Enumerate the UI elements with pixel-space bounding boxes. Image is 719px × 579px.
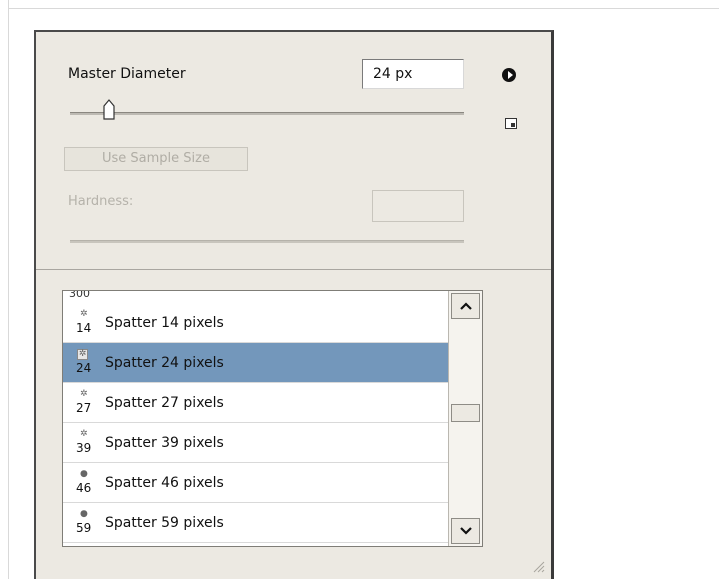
chevron-up-icon [459,302,472,310]
brush-tip-icon: ● [80,468,88,479]
scrollbar-thumb[interactable] [451,404,480,422]
diameter-input[interactable]: 24 px [362,59,464,89]
frame-border-top [8,8,719,9]
brush-size: 39 [76,440,92,455]
brush-name: Spatter 27 pixels [105,394,224,411]
list-item[interactable]: ✲ 27 Spatter 27 pixels [63,383,448,423]
resize-grip-icon[interactable] [531,559,545,573]
brush-tip-icon: ● [80,508,88,519]
brush-size: 59 [76,520,92,535]
diameter-slider-track[interactable] [70,112,464,115]
hardness-label: Hardness: [68,194,134,209]
brush-thumbnail: ✲ 27 [63,383,105,423]
brush-thumbnail: ✲ 24 [63,343,105,383]
hardness-slider-track[interactable] [70,240,464,243]
panel-menu-arrow-icon[interactable] [502,68,516,82]
brush-name: Spatter 46 pixels [105,474,224,491]
brush-tip-icon: ✲ [80,428,88,439]
brush-size: 14 [76,320,92,335]
scroll-up-button[interactable] [451,293,480,319]
list-scrollbar[interactable] [448,291,482,546]
brush-tip-icon: ✲ [80,308,88,319]
scroll-down-button[interactable] [451,518,480,544]
frame-border-left [8,0,9,579]
brush-size: 27 [76,400,92,415]
brush-name: Spatter 39 pixels [105,434,224,451]
list-item[interactable]: ● 46 Spatter 46 pixels [63,463,448,503]
list-item[interactable]: ✲ 39 Spatter 39 pixels [63,423,448,463]
brush-size: 46 [76,480,92,495]
list-item-selected[interactable]: ✲ 24 Spatter 24 pixels [63,343,448,383]
use-sample-size-button[interactable]: Use Sample Size [64,147,248,171]
chevron-down-icon [459,527,472,535]
new-preset-icon[interactable] [505,118,517,129]
brush-size: 24 [76,360,92,375]
list-item[interactable]: ● 59 Spatter 59 pixels [63,503,448,543]
brush-tip-icon: ✲ [77,348,88,360]
list-item-cutoff-size: 300 [69,290,90,300]
brush-tip-icon: ✲ [80,388,88,399]
brush-thumbnail: ✲ 39 [63,423,105,463]
hardness-input[interactable] [372,190,464,222]
list-item[interactable]: ✲ 14 Spatter 14 pixels [63,303,448,343]
brush-list[interactable]: 300 ✲ 14 Spatter 14 pixels ✲ 24 Spatter 24… [62,290,483,547]
brush-thumbnail: ● 46 [63,463,105,503]
brush-name: Spatter 24 pixels [105,354,224,371]
diameter-slider-thumb[interactable] [101,98,117,120]
brush-thumbnail: ✲ 14 [63,303,105,343]
brush-name: Spatter 14 pixels [105,314,224,331]
brush-thumbnail: ● 59 [63,503,105,543]
section-divider [36,269,551,270]
master-diameter-label: Master Diameter [68,66,186,82]
brush-preset-panel: Master Diameter 24 px Use Sample Size Ha… [34,30,554,579]
brush-name: Spatter 59 pixels [105,514,224,531]
